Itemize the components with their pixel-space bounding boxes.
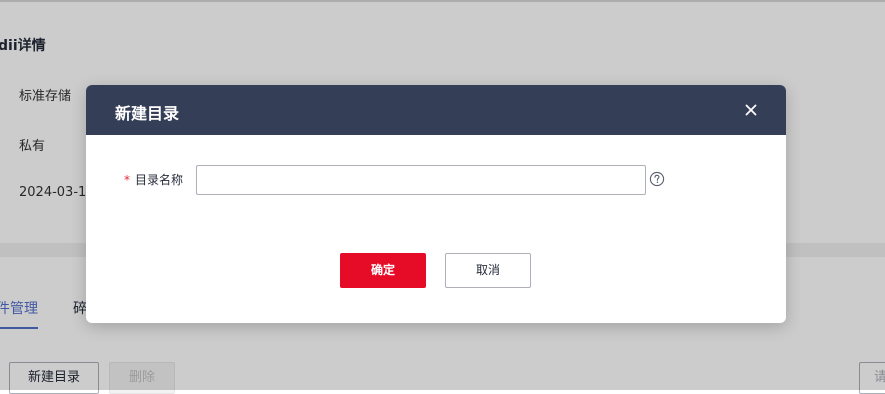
dialog-footer: 确定 取消 bbox=[86, 253, 786, 289]
cancel-button[interactable]: 取消 bbox=[445, 253, 531, 288]
required-mark: * bbox=[124, 173, 130, 187]
directory-name-input[interactable] bbox=[196, 165, 646, 195]
dialog-title: 新建目录 bbox=[115, 104, 180, 123]
dialog-header: 新建目录 bbox=[86, 85, 786, 135]
confirm-button[interactable]: 确定 bbox=[340, 253, 426, 288]
question-circle-icon[interactable] bbox=[649, 171, 665, 187]
close-icon[interactable] bbox=[742, 101, 760, 119]
directory-name-row: * 目录名称 bbox=[86, 165, 786, 195]
directory-name-label: 目录名称 bbox=[135, 173, 184, 187]
new-directory-dialog: 新建目录 * 目录名称 确定 取消 bbox=[86, 85, 786, 323]
